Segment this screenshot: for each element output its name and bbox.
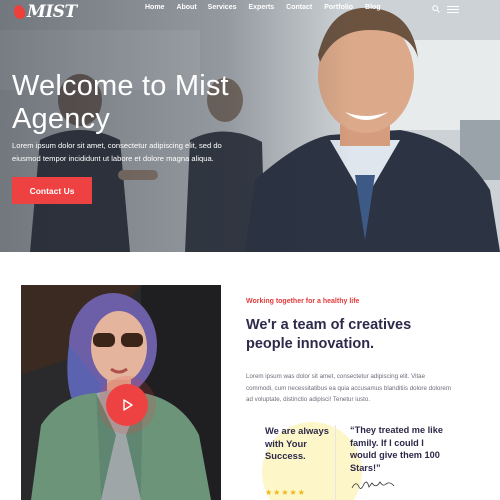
nav-item-about[interactable]: About [176,4,196,11]
navbar: MIST Home About Services Experts Contact… [0,0,500,22]
highlight-text: We are always with Your Success. [265,425,329,461]
rating-stars: ★★★★★ [265,488,306,497]
menu-icon[interactable] [447,6,459,14]
play-video-button[interactable] [106,384,148,426]
hero-section: MIST Home About Services Experts Contact… [0,0,500,252]
nav-item-contact[interactable]: Contact [286,4,312,11]
nav-item-blog[interactable]: Blog [365,4,381,11]
hero-title: Welcome to Mist Agency [12,70,229,135]
about-title: We'r a team of creatives people innovati… [246,317,412,352]
contact-us-button[interactable]: Contact Us [12,177,92,204]
tagline: Working together for a healthy life [246,298,360,305]
logo[interactable]: MIST [11,2,77,22]
hero-text: Lorem ipsum dolor sit amet, consectetur … [12,141,222,163]
nav-item-experts[interactable]: Experts [248,4,274,11]
nav-item-home[interactable]: Home [145,4,164,11]
divider [335,425,336,500]
nav-menu: Home About Services Experts Contact Port… [145,4,393,11]
nav-item-portfolio[interactable]: Portfolio [324,4,353,11]
search-icon[interactable] [432,5,440,13]
nav-item-services[interactable]: Services [208,4,237,11]
about-text: Lorem ipsum was dolor sit amet, consecte… [246,373,451,404]
play-icon [123,399,133,411]
logo-drop-icon [11,3,28,21]
signature-image [351,481,395,489]
testimonial-quote: “They treated me like family. If I could… [350,425,443,473]
logo-text: MIST [27,2,77,22]
